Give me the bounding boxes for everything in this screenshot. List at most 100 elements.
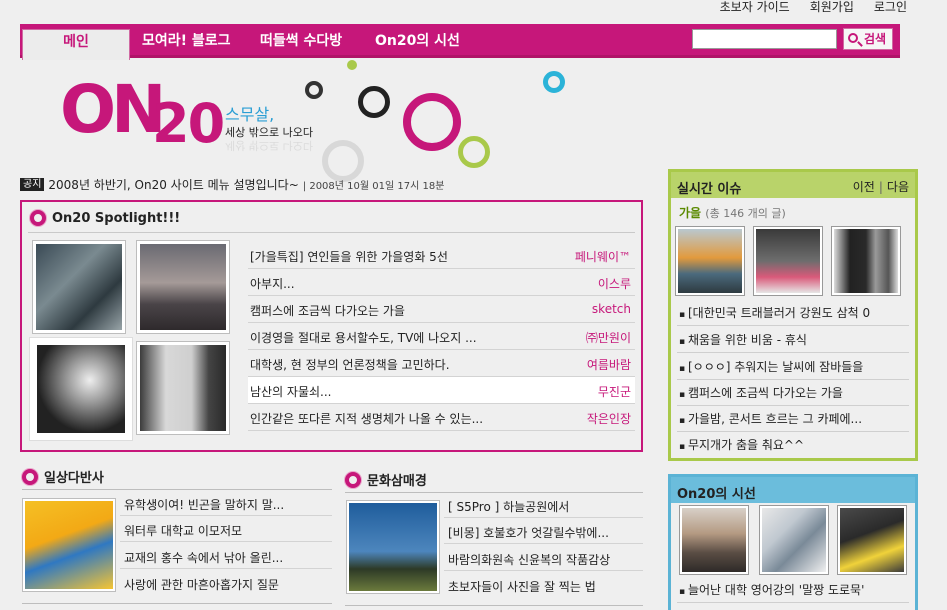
realtime-issue-panel: 실시간 이슈 이전|다음 가을 (총 146 개의 글) [대한민국 트래블러거… xyxy=(668,169,918,461)
divider xyxy=(345,492,643,493)
notice-date: | 2008년 10월 01일 17시 18분 xyxy=(302,180,445,192)
item-author[interactable]: 작은인장 xyxy=(587,410,631,427)
issue-keyword[interactable]: 가을 (총 146 개의 글) xyxy=(679,204,786,221)
deco-circle xyxy=(305,81,323,99)
issue-thumb[interactable] xyxy=(831,226,901,296)
list-item[interactable]: 워터루 대학교 이모저모 xyxy=(124,522,242,539)
spotlight-panel: On20 Spotlight!!! [가을특집] 연인들을 위한 가을영화 5선… xyxy=(20,200,643,452)
list-item[interactable]: [ S5Pro ] 하늘공원에서 xyxy=(448,498,569,515)
culture-title-text[interactable]: 문화삼매경 xyxy=(367,470,427,489)
divider xyxy=(345,605,643,606)
item-author[interactable]: sketch xyxy=(592,302,631,316)
spotlight-thumb[interactable] xyxy=(136,341,230,435)
notice-bar[interactable]: 공지 2008년 하반기, On20 사이트 메뉴 설명입니다~ | 2008년… xyxy=(20,176,444,192)
deco-circle xyxy=(543,71,565,93)
divider xyxy=(120,541,332,542)
item-title: 인간같은 또다른 지적 생명체가 나올 수 있는... xyxy=(250,412,484,426)
tab-blog[interactable]: 모여라! 블로그 xyxy=(142,24,231,55)
divider xyxy=(677,325,909,326)
signup-link[interactable]: 회원가입 xyxy=(810,0,854,15)
view-thumb[interactable] xyxy=(679,505,749,575)
notice-badge: 공지 xyxy=(20,177,45,191)
notice-text[interactable]: 2008년 하반기, On20 사이트 메뉴 설명입니다~ xyxy=(48,176,298,193)
item-author[interactable]: 무진군 xyxy=(598,383,631,400)
spotlight-title: On20 Spotlight!!! xyxy=(30,210,180,226)
list-item[interactable]: 바람의화원속 신윤복의 작품감상 xyxy=(448,551,610,568)
tab-main[interactable]: 메인 xyxy=(22,29,130,60)
culture-thumb[interactable] xyxy=(346,500,440,594)
beginner-guide-link[interactable]: 초보자 가이드 xyxy=(720,0,790,15)
spotlight-thumb-selected[interactable] xyxy=(29,337,133,441)
keyword-count: (총 146 개의 글) xyxy=(705,207,786,220)
ring-icon xyxy=(345,471,361,488)
daily-thumb[interactable] xyxy=(22,498,116,592)
search-icon xyxy=(848,33,858,43)
issue-thumb[interactable] xyxy=(675,226,745,296)
slogan-main: 스무살, xyxy=(225,105,275,124)
svg-text:20: 20 xyxy=(152,92,223,150)
item-author[interactable]: 페니웨이™ xyxy=(575,248,631,265)
on20-view-panel: On20의 시선 늘어난 대학 영어강의 '말짱 도로묵' xyxy=(668,474,918,610)
deco-circle xyxy=(358,86,390,118)
search-input[interactable] xyxy=(692,29,837,49)
panel-pager: 이전 | 다음 xyxy=(852,180,909,194)
item-author[interactable]: ㈜만원이 xyxy=(586,329,631,346)
item-title: 이경영을 절대로 용서할수도, TV에 나오지 ... xyxy=(250,331,477,345)
spotlight-thumb[interactable] xyxy=(136,240,230,334)
list-item[interactable]: 대학생, 현 정부의 언론정책을 고민하다. 여름바람 xyxy=(248,350,635,377)
item-author[interactable]: 여름바람 xyxy=(587,356,631,373)
list-item[interactable]: [ㅇㅇㅇ] 추워지는 날씨에 잠바들을 xyxy=(679,358,904,375)
list-item[interactable]: 채움을 위한 비움 - 휴식 xyxy=(679,331,904,348)
list-item[interactable]: [대한민국 트래블러거 강원도 삼척 0 xyxy=(679,304,904,321)
list-item[interactable]: 아부지... 이스루 xyxy=(248,269,635,296)
list-item[interactable]: 사랑에 관한 마흔아홉가지 질문 xyxy=(124,576,279,593)
next-link[interactable]: 다음 xyxy=(887,180,909,194)
view-thumb[interactable] xyxy=(759,505,829,575)
list-item[interactable]: 이경영을 절대로 용서할수도, TV에 나오지 ... ㈜만원이 xyxy=(248,323,635,350)
issue-thumb[interactable] xyxy=(753,226,823,296)
divider xyxy=(444,543,643,544)
daily-title: 일상다반사 xyxy=(22,467,104,486)
list-item[interactable]: 무지개가 춤을 춰요^^ xyxy=(679,436,904,453)
list-item[interactable]: 늘어난 대학 영어강의 '말짱 도로묵' xyxy=(679,581,904,598)
list-item[interactable]: 가을밤, 콘서트 흐르는 그 카페에... xyxy=(679,410,904,427)
daily-title-text[interactable]: 일상다반사 xyxy=(44,467,104,486)
divider xyxy=(120,515,332,516)
divider xyxy=(120,568,332,569)
tab-on20-view[interactable]: On20의 시선 xyxy=(375,24,460,55)
spotlight-thumb[interactable] xyxy=(32,240,126,334)
list-item[interactable]: 캠퍼스에 조금씩 다가오는 가을 sketch xyxy=(248,296,635,323)
list-item[interactable]: 캠퍼스에 조금씩 다가오는 가을 xyxy=(679,384,904,401)
logo-text: ON 20 xyxy=(60,70,240,165)
login-link[interactable]: 로그인 xyxy=(874,0,907,15)
view-thumb[interactable] xyxy=(837,505,907,575)
list-item-highlighted[interactable]: 남산의 자물쇠... 무진군 xyxy=(248,377,635,404)
item-title: 대학생, 현 정부의 언론정책을 고민하다. xyxy=(250,358,450,372)
list-item[interactable]: 유학생이여! 빈곤을 말하지 말... xyxy=(124,496,284,513)
top-links: 초보자 가이드 회원가입 로그인 xyxy=(720,0,907,15)
divider xyxy=(28,232,635,233)
list-item[interactable]: [가을특집] 연인들을 위한 가을영화 5선 페니웨이™ xyxy=(248,242,635,269)
keyword-text: 가을 xyxy=(679,206,702,220)
list-item[interactable]: [비몽] 호불호가 엇갈릴수밖에... xyxy=(448,524,609,541)
spotlight-title-text: On20 Spotlight!!! xyxy=(52,210,181,226)
deco-circle xyxy=(347,60,357,70)
logo-graphic: ON 20 xyxy=(60,71,225,155)
list-item[interactable]: 교재의 홍수 속에서 낚아 올린... xyxy=(124,549,283,566)
ring-icon xyxy=(22,468,38,485)
search-button[interactable]: 검색 xyxy=(843,28,893,50)
list-item[interactable]: 인간같은 또다른 지적 생명체가 나올 수 있는... 작은인장 xyxy=(248,404,635,431)
item-author[interactable]: 이스루 xyxy=(598,275,631,292)
divider xyxy=(22,489,332,490)
tab-chat[interactable]: 떠들썩 수다방 xyxy=(260,24,342,55)
list-item[interactable]: 초보자들이 사진을 잘 찍는 법 xyxy=(448,578,596,595)
divider xyxy=(677,379,909,380)
site-logo[interactable]: ON 20 xyxy=(60,70,240,155)
culture-title: 문화삼매경 xyxy=(345,470,427,489)
panel-title: On20의 시선 xyxy=(677,487,756,502)
item-title: [가을특집] 연인들을 위한 가을영화 5선 xyxy=(250,250,448,264)
divider xyxy=(444,517,643,518)
prev-link[interactable]: 이전 xyxy=(853,180,875,194)
spotlight-list: [가을특집] 연인들을 위한 가을영화 5선 페니웨이™ 아부지... 이스루 캠퍼… xyxy=(248,242,635,431)
item-title: 캠퍼스에 조금씩 다가오는 가을 xyxy=(250,304,405,318)
